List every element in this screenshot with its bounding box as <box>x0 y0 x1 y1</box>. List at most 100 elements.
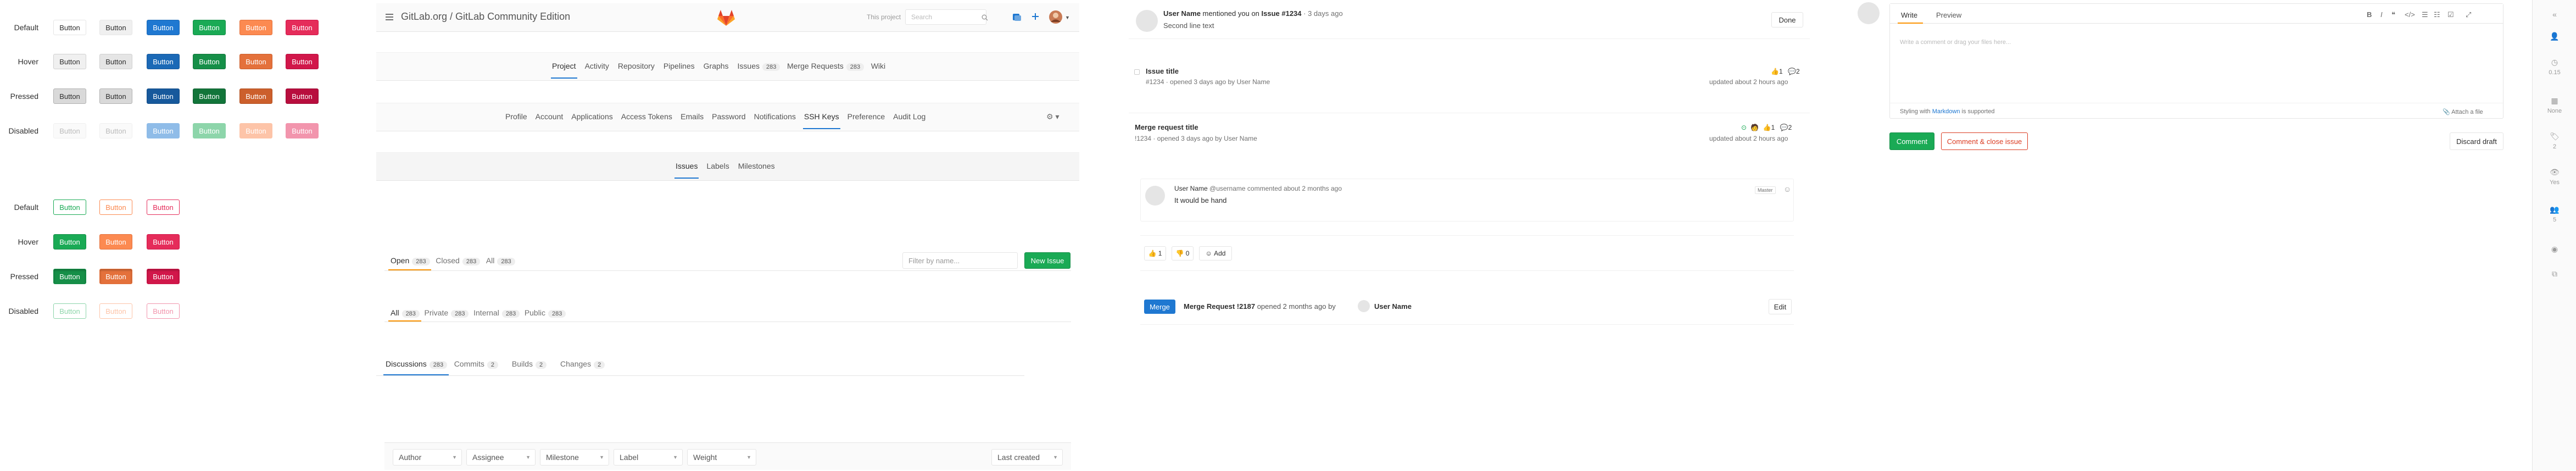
emoji-icon[interactable]: ☺ <box>1783 185 1791 193</box>
todo-author[interactable]: User Name <box>1163 9 1201 18</box>
bold-icon[interactable]: B <box>2367 10 2372 19</box>
success-button-default[interactable]: Button <box>193 20 226 35</box>
danger-button-default[interactable]: Button <box>286 20 319 35</box>
hamburger-icon[interactable] <box>386 14 393 20</box>
page-title[interactable]: GitLab.org / GitLab Community Edition <box>401 11 570 23</box>
done-button[interactable]: Done <box>1771 12 1803 27</box>
fullscreen-icon[interactable]: ⤢ <box>2466 10 2471 19</box>
secondary-button-default[interactable]: Button <box>99 20 132 35</box>
danger-button-pressed[interactable]: Button <box>286 88 319 104</box>
nav-item-repository[interactable]: Repository <box>618 62 655 70</box>
nav-item-notifications[interactable]: Notifications <box>754 112 796 121</box>
nav-item-profile[interactable]: Profile <box>505 112 527 121</box>
issue-title[interactable]: Issue title <box>1146 67 1179 75</box>
edit-button[interactable]: Edit <box>1769 299 1792 314</box>
add-award-button[interactable]: ☺ Add <box>1199 246 1232 261</box>
filter-author-dropdown[interactable]: Author ▼ <box>393 449 462 466</box>
award-thumbsup-button[interactable]: 👍 1 <box>1144 246 1166 261</box>
primary-button-default[interactable]: Button <box>147 20 180 35</box>
sidebar-item-copy[interactable]: ⧉ <box>2533 269 2576 279</box>
nav-item-applications[interactable]: Applications <box>571 112 613 121</box>
chevron-down-icon[interactable]: ▼ <box>1065 15 1070 20</box>
tab-public[interactable]: Public 283 <box>525 308 566 318</box>
nav-item-wiki[interactable]: Wiki <box>871 62 885 70</box>
tab-discussions[interactable]: Discussions 283 <box>386 359 448 369</box>
success-button-hover[interactable]: Button <box>193 54 226 69</box>
warning-outline-button-disabled[interactable]: Button <box>99 303 132 319</box>
new-issue-button[interactable]: New Issue <box>1024 252 1070 269</box>
tab-write[interactable]: Write <box>1901 11 1917 19</box>
list-ol-icon[interactable]: ☷ <box>2434 10 2440 19</box>
italic-icon[interactable]: I <box>2380 10 2383 19</box>
success-outline-button-hover[interactable]: Button <box>53 234 86 250</box>
tab-internal[interactable]: Internal 283 <box>473 308 520 318</box>
filter-milestone-dropdown[interactable]: Milestone ▼ <box>540 449 609 466</box>
default-button-disabled[interactable]: Button <box>53 123 86 138</box>
discard-draft-button[interactable]: Discard draft <box>2450 132 2503 150</box>
warning-outline-button-pressed[interactable]: Button <box>99 269 132 284</box>
tab-closed[interactable]: Closed 283 <box>436 256 481 265</box>
mr-title[interactable]: Merge request title <box>1135 123 1198 131</box>
nav-item-access-tokens[interactable]: Access Tokens <box>621 112 672 121</box>
issue-checkbox[interactable] <box>1134 69 1140 75</box>
tab-open[interactable]: Open 283 <box>391 256 430 265</box>
danger-outline-button-default[interactable]: Button <box>147 200 180 215</box>
nav-item-emails[interactable]: Emails <box>681 112 704 121</box>
tab-all[interactable]: All 283 <box>486 256 515 265</box>
tab-preview[interactable]: Preview <box>1936 11 1961 19</box>
nav-item-issues[interactable]: Issues <box>674 162 699 179</box>
warning-button-default[interactable]: Button <box>239 20 272 35</box>
nav-item-issues[interactable]: Issues 283 <box>738 62 780 71</box>
checklist-icon[interactable]: ☑ <box>2447 10 2454 19</box>
comment-close-button[interactable]: Comment & close issue <box>1941 132 2028 150</box>
warning-outline-button-hover[interactable]: Button <box>99 234 132 250</box>
filter-label-dropdown[interactable]: Label ▼ <box>614 449 683 466</box>
quote-icon[interactable]: ❝ <box>2391 10 2395 19</box>
nav-item-activity[interactable]: Activity <box>585 62 609 70</box>
success-outline-button-default[interactable]: Button <box>53 200 86 215</box>
sidebar-item-rss[interactable]: ◉ <box>2533 245 2576 254</box>
sidebar-item-collapse[interactable]: « <box>2533 10 2576 19</box>
secondary-button-pressed[interactable]: Button <box>99 88 132 104</box>
primary-button-pressed[interactable]: Button <box>147 88 180 104</box>
mr-header-author[interactable]: User Name <box>1374 302 1412 311</box>
warning-outline-button-default[interactable]: Button <box>99 200 132 215</box>
default-button-hover[interactable]: Button <box>53 54 86 69</box>
note-handle[interactable]: @username <box>1209 185 1246 192</box>
danger-outline-button-hover[interactable]: Button <box>147 234 180 250</box>
nav-item-password[interactable]: Password <box>712 112 745 121</box>
nav-item-preference[interactable]: Preference <box>847 112 885 121</box>
primary-button-disabled[interactable]: Button <box>147 123 180 138</box>
markdown-link[interactable]: Markdown <box>1932 108 1960 115</box>
success-button-disabled[interactable]: Button <box>193 123 226 138</box>
nav-item-labels[interactable]: Labels <box>706 162 729 170</box>
tab-private[interactable]: Private 283 <box>425 308 469 318</box>
danger-outline-button-disabled[interactable]: Button <box>147 303 180 319</box>
avatar[interactable] <box>1858 2 1880 24</box>
avatar[interactable] <box>1358 300 1370 312</box>
warning-button-disabled[interactable]: Button <box>239 123 272 138</box>
nav-item-pipelines[interactable]: Pipelines <box>663 62 695 70</box>
sidebar-item-users[interactable]: 👥 5 <box>2533 205 2576 223</box>
tab-all[interactable]: All 283 <box>391 308 420 318</box>
filter-weight-dropdown[interactable]: Weight ▼ <box>687 449 756 466</box>
nav-item-project[interactable]: Project <box>551 62 577 79</box>
secondary-button-hover[interactable]: Button <box>99 54 132 69</box>
warning-button-hover[interactable]: Button <box>239 54 272 69</box>
award-thumbsdown-button[interactable]: 👎 0 <box>1172 246 1194 261</box>
gitlab-logo-icon[interactable] <box>717 9 735 29</box>
filter-by-name-input[interactable]: Filter by name... <box>902 252 1018 269</box>
attach-file-link[interactable]: 📎 Attach a file <box>2443 108 2483 115</box>
secondary-button-disabled[interactable]: Button <box>99 123 132 138</box>
nav-item-merge-requests[interactable]: Merge Requests 283 <box>787 62 865 71</box>
nav-item-ssh-keys[interactable]: SSH Keys <box>802 112 840 129</box>
sidebar-item-tag[interactable]: 🏷 2 <box>2533 132 2576 150</box>
default-button-default[interactable]: Button <box>53 20 86 35</box>
comment-button[interactable]: Comment <box>1889 132 1934 150</box>
warning-button-pressed[interactable]: Button <box>239 88 272 104</box>
success-button-pressed[interactable]: Button <box>193 88 226 104</box>
sidebar-item-user[interactable]: 👤 <box>2533 32 2576 41</box>
success-outline-button-pressed[interactable]: Button <box>53 269 86 284</box>
sidebar-item-eye[interactable]: 👁 Yes <box>2533 168 2576 186</box>
danger-outline-button-pressed[interactable]: Button <box>147 269 180 284</box>
